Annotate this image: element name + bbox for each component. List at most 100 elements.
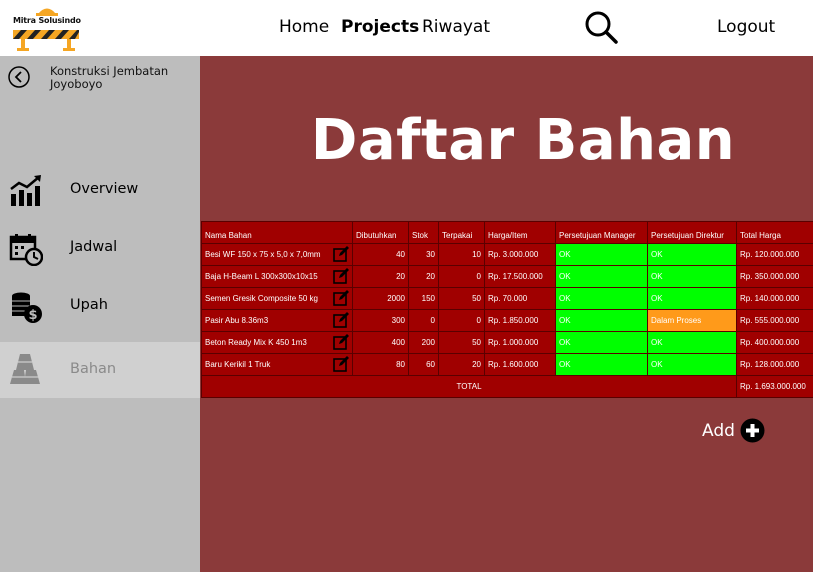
price-cell: Rp. 17.500.000 bbox=[484, 265, 556, 288]
manager-approval-cell: OK bbox=[555, 265, 648, 288]
sidebar-item-upah[interactable]: $ Upah bbox=[0, 278, 200, 334]
sidebar-item-label: Jadwal bbox=[70, 239, 118, 255]
edit-icon[interactable] bbox=[333, 268, 349, 284]
required-cell: 80 bbox=[352, 353, 409, 376]
director-approval-cell: OK bbox=[647, 287, 737, 310]
used-cell: 20 bbox=[438, 353, 485, 376]
stock-cell: 150 bbox=[408, 287, 439, 310]
used-cell: 50 bbox=[438, 287, 485, 310]
used-cell: 10 bbox=[438, 243, 485, 266]
column-header: Persetujuan Direktur bbox=[647, 221, 737, 244]
director-approval-cell: Dalam Proses bbox=[647, 309, 737, 332]
calendar-icon bbox=[9, 234, 43, 266]
sidebar-item-jadwal[interactable]: Jadwal bbox=[0, 220, 200, 276]
used-cell: 50 bbox=[438, 331, 485, 354]
required-cell: 2000 bbox=[352, 287, 409, 310]
material-name: Semen Gresik Composite 50 kg bbox=[205, 294, 318, 303]
material-name: Baja H-Beam L 300x300x10x15 bbox=[205, 272, 318, 281]
sidebar-item-label: Overview bbox=[70, 181, 139, 197]
edit-icon[interactable] bbox=[333, 356, 349, 372]
used-cell: 0 bbox=[438, 265, 485, 288]
materials-table: Nama Bahan Dibutuhkan Stok Terpakai Harg… bbox=[201, 221, 813, 398]
total-price-cell: Rp. 555.000.000 bbox=[736, 309, 813, 332]
stock-cell: 60 bbox=[408, 353, 439, 376]
used-cell: 0 bbox=[438, 309, 485, 332]
logout-button[interactable]: Logout bbox=[717, 17, 775, 37]
material-name: Pasir Abu 8.36m3 bbox=[205, 316, 269, 325]
required-cell: 400 bbox=[352, 331, 409, 354]
stock-cell: 30 bbox=[408, 243, 439, 266]
materials-table-container: Nama Bahan Dibutuhkan Stok Terpakai Harg… bbox=[201, 221, 813, 398]
table-row: Beton Ready Mix K 450 1m3 400 200 50 Rp. 1.0… bbox=[201, 331, 813, 354]
logo-icon bbox=[13, 8, 79, 51]
total-value: Rp. 1.693.000.000 bbox=[736, 375, 813, 398]
company-logo[interactable]: Mitra Solusindo bbox=[11, 4, 83, 52]
manager-approval-cell: OK bbox=[555, 353, 648, 376]
sidebar-item-overview[interactable]: Overview bbox=[0, 162, 200, 218]
table-row: Pasir Abu 8.36m3 300 0 0 Rp. 1.850.000 OK Dala… bbox=[201, 309, 813, 332]
project-name: Konstruksi Jembatan Joyoboyo bbox=[50, 64, 169, 91]
price-cell: Rp. 3.000.000 bbox=[484, 243, 556, 266]
price-cell: Rp. 1.000.000 bbox=[484, 331, 556, 354]
total-price-cell: Rp. 128.000.000 bbox=[736, 353, 813, 376]
table-row: Besi WF 150 x 75 x 5,0 x 7,0mm 40 30 10 Rp. … bbox=[201, 243, 813, 266]
search-icon[interactable] bbox=[584, 10, 618, 44]
column-header: Persetujuan Manager bbox=[555, 221, 648, 244]
total-price-cell: Rp. 120.000.000 bbox=[736, 243, 813, 266]
price-cell: Rp. 1.600.000 bbox=[484, 353, 556, 376]
sidebar: Konstruksi Jembatan Joyoboyo Overview Ja… bbox=[0, 56, 200, 572]
table-header-row: Nama Bahan Dibutuhkan Stok Terpakai Harg… bbox=[201, 221, 813, 244]
coins-icon: $ bbox=[12, 292, 42, 323]
edit-icon[interactable] bbox=[333, 312, 349, 328]
stock-cell: 20 bbox=[408, 265, 439, 288]
edit-icon[interactable] bbox=[333, 290, 349, 306]
sidebar-item-label: Bahan bbox=[70, 361, 117, 377]
material-name-cell: Pasir Abu 8.36m3 bbox=[201, 309, 353, 332]
manager-approval-cell: OK bbox=[555, 243, 648, 266]
material-name-cell: Besi WF 150 x 75 x 5,0 x 7,0mm bbox=[201, 243, 353, 266]
column-header: Harga/Item bbox=[484, 221, 556, 244]
table-row: Baru Kerikil 1 Truk 80 60 20 Rp. 1.600.000 OK… bbox=[201, 353, 813, 376]
table-row: Semen Gresik Composite 50 kg 2000 150 50 Rp.… bbox=[201, 287, 813, 310]
material-name-cell: Semen Gresik Composite 50 kg bbox=[201, 287, 353, 310]
chart-icon bbox=[10, 175, 41, 206]
table-total-row: TOTAL Rp. 1.693.000.000 bbox=[201, 375, 813, 398]
manager-approval-cell: OK bbox=[555, 309, 648, 332]
material-name: Beton Ready Mix K 450 1m3 bbox=[205, 338, 307, 347]
top-navigation-bar: Mitra Solusindo Home Projects Riwayat Lo… bbox=[0, 0, 813, 56]
nav-home[interactable]: Home bbox=[279, 17, 329, 37]
column-header: Terpakai bbox=[438, 221, 485, 244]
director-approval-cell: OK bbox=[647, 331, 737, 354]
required-cell: 20 bbox=[352, 265, 409, 288]
total-price-cell: Rp. 350.000.000 bbox=[736, 265, 813, 288]
column-header: Nama Bahan bbox=[201, 221, 353, 244]
director-approval-cell: OK bbox=[647, 243, 737, 266]
sidebar-item-label: Upah bbox=[70, 297, 108, 313]
main-content: Daftar Bahan Nama Bahan Dibutuhkan Stok … bbox=[200, 56, 813, 572]
nav-projects[interactable]: Projects bbox=[341, 17, 419, 37]
total-label: TOTAL bbox=[201, 375, 737, 398]
edit-icon[interactable] bbox=[333, 334, 349, 350]
stock-cell: 0 bbox=[408, 309, 439, 332]
price-cell: Rp. 1.850.000 bbox=[484, 309, 556, 332]
manager-approval-cell: OK bbox=[555, 287, 648, 310]
material-name-cell: Baja H-Beam L 300x300x10x15 bbox=[201, 265, 353, 288]
director-approval-cell: OK bbox=[647, 353, 737, 376]
director-approval-cell: OK bbox=[647, 265, 737, 288]
nav-riwayat[interactable]: Riwayat bbox=[422, 17, 490, 37]
column-header: Dibutuhkan bbox=[352, 221, 409, 244]
add-circle-icon[interactable] bbox=[740, 418, 765, 443]
materials-icon bbox=[10, 354, 40, 384]
page-title: Daftar Bahan bbox=[310, 108, 736, 173]
material-name: Besi WF 150 x 75 x 5,0 x 7,0mm bbox=[205, 250, 321, 259]
edit-icon[interactable] bbox=[333, 246, 349, 262]
manager-approval-cell: OK bbox=[555, 331, 648, 354]
brand-name: Mitra Solusindo bbox=[13, 16, 81, 25]
stock-cell: 200 bbox=[408, 331, 439, 354]
back-arrow-icon[interactable] bbox=[8, 66, 30, 88]
sidebar-item-bahan[interactable]: Bahan bbox=[0, 342, 200, 398]
add-label[interactable]: Add bbox=[702, 421, 735, 441]
total-price-cell: Rp. 140.000.000 bbox=[736, 287, 813, 310]
column-header: Total Harga bbox=[736, 221, 813, 244]
material-name-cell: Beton Ready Mix K 450 1m3 bbox=[201, 331, 353, 354]
